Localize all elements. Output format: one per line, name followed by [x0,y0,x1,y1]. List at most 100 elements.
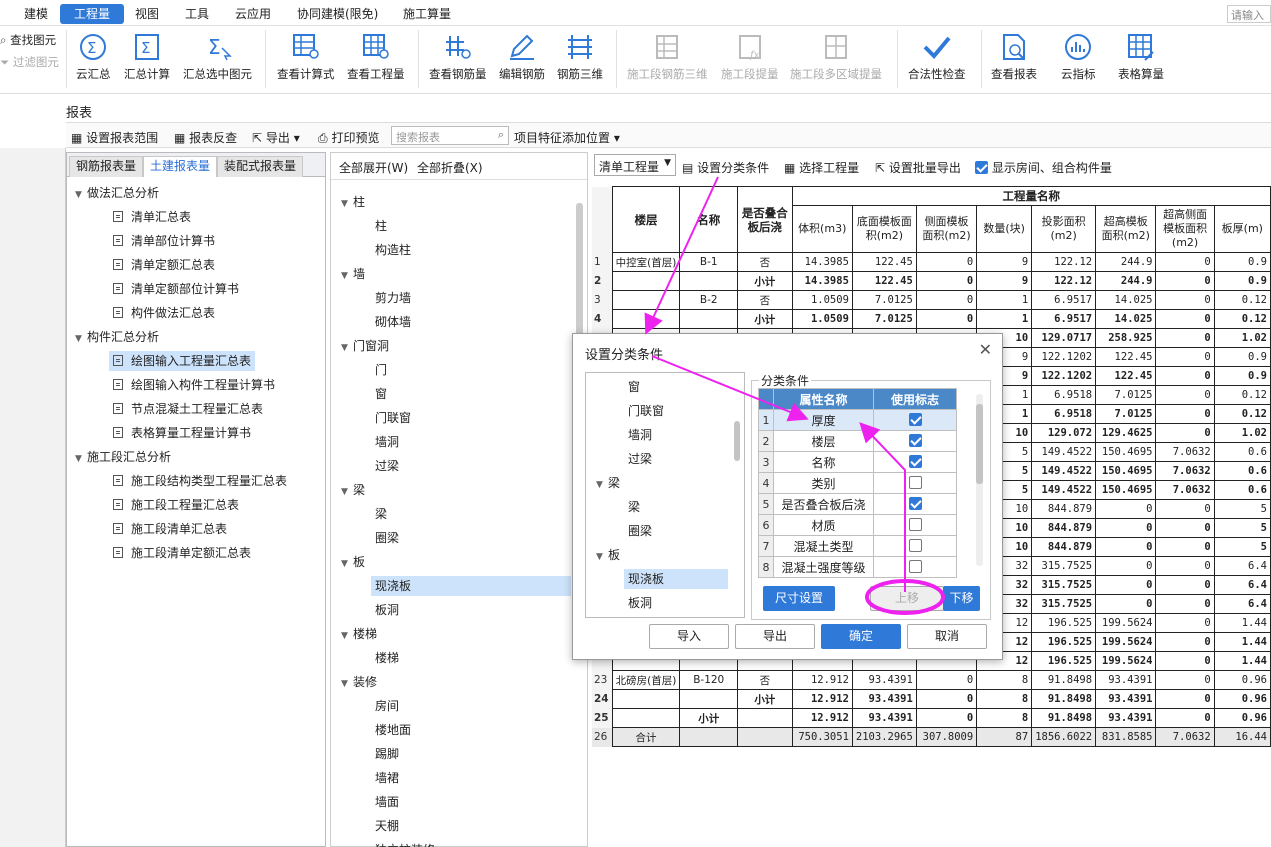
use-flag-cell[interactable] [873,472,957,494]
dialog-tree-item[interactable]: 窗 [624,377,644,397]
menu-cloud[interactable]: 云应用 [235,5,271,22]
condition-row[interactable]: 2 楼层 [758,430,957,452]
table-row[interactable]: 24 小计 12.912 93.4391 0 8 91.8498 93.4391 0 0.96 [592,689,1271,709]
table-row[interactable]: 3 B-2 否 1.0509 7.0125 0 1 6.9517 14.025 0 0.12 [592,290,1271,310]
menu-collab[interactable]: 协同建模(限免) [297,5,378,22]
component-group[interactable]: ▼ 墙 [341,266,365,284]
condition-row[interactable]: 8 混凝土强度等级 [758,556,957,578]
component-item[interactable]: 窗 [371,384,391,404]
batch-export-button[interactable]: ⇱ 设置批量导出 [875,159,961,176]
table-row[interactable]: 4 小计 1.0509 7.0125 0 1 6.9517 14.025 0 0.12 [592,309,1271,329]
close-icon[interactable]: ✕ [979,340,992,359]
tab-prefab-report[interactable]: 装配式报表量 [217,156,304,177]
report-item[interactable]: 绘图输入构件工程量计算书 [109,375,279,395]
menu-view[interactable]: 视图 [135,5,159,22]
export-button[interactable]: 导出 [735,624,815,649]
find-element-button[interactable]: ⌕ 查找图元 [0,32,56,48]
component-group[interactable]: ▼ 梁 [341,482,365,500]
print-preview-button[interactable]: ⎙ 打印预览 [318,129,379,146]
collapse-all-button[interactable]: 全部折叠(X) [417,159,483,176]
use-flag-cell[interactable] [873,535,957,557]
condition-row[interactable]: 4 类别 [758,472,957,494]
condition-row[interactable]: 5 是否叠合板后浇 [758,493,957,515]
component-group[interactable]: ▼ 柱 [341,194,365,212]
table-row[interactable]: 25 小计 12.912 93.4391 0 8 91.8498 93.4391 0 0.96 [592,708,1271,728]
component-item[interactable]: 板洞 [371,600,403,620]
cancel-button[interactable]: 取消 [907,624,987,649]
checkbox-icon[interactable] [908,476,922,489]
ok-button[interactable]: 确定 [821,624,901,649]
component-item[interactable]: 楼地面 [371,720,415,740]
dialog-tree-group[interactable]: ▼ 梁 [596,475,620,493]
menu-construction[interactable]: 施工算量 [403,5,451,22]
checkbox-icon[interactable] [908,413,922,426]
segment-multi-area-button[interactable]: 施工段多区域提量 [790,32,882,82]
report-item[interactable]: 清单汇总表 [109,207,195,227]
legality-check-button[interactable]: 合法性检查 [908,32,966,82]
report-item[interactable]: 施工段清单定额汇总表 [109,543,255,563]
use-flag-cell[interactable] [873,514,957,536]
menu-quantity[interactable]: 工程量 [60,4,125,24]
dialog-tree-item[interactable]: 门联窗 [624,401,668,421]
segment-rebar-3d-button[interactable]: 施工段钢筋三维 [627,32,708,82]
cloud-index-button[interactable]: 云指标 [1061,32,1096,82]
condition-row[interactable]: 7 混凝土类型 [758,535,957,557]
tree-group[interactable]: ▼ 构件汇总分析 [75,329,159,347]
checkbox-icon[interactable] [908,560,922,573]
condition-row[interactable]: 1 厚度 [758,409,957,431]
report-review-button[interactable]: ▦ 报表反查 [174,129,237,146]
tree-scrollbar[interactable] [734,421,740,461]
report-item[interactable]: 清单定额汇总表 [109,255,219,275]
component-group[interactable]: ▼ 装修 [341,674,377,692]
dialog-tree-item[interactable]: 过梁 [624,449,656,469]
dialog-tree-group[interactable]: ▼ 板 [596,547,620,565]
component-item[interactable]: 柱 [371,216,391,236]
component-item[interactable]: 墙面 [371,792,403,812]
rebar-3d-button[interactable]: 钢筋三维 [557,32,603,82]
move-down-button[interactable]: 下移 [943,586,980,611]
component-item[interactable]: 剪力墙 [371,288,415,308]
component-item[interactable]: 门 [371,360,391,380]
component-item[interactable]: 墙洞 [371,432,403,452]
show-room-checkbox[interactable]: 显示房间、组合构件量 [975,159,1112,176]
condition-scrollbar[interactable] [976,394,983,566]
move-up-button[interactable]: 上移 [870,586,944,611]
component-item[interactable]: 过梁 [371,456,403,476]
segment-quantity-button[interactable]: fx 施工段提量 [721,32,779,82]
dialog-tree-item[interactable]: 梁 [624,497,644,517]
set-range-button[interactable]: ▦ 设置报表范围 [71,129,158,146]
tree-group[interactable]: ▼ 施工段汇总分析 [75,449,171,467]
summary-selected-button[interactable]: Σ 汇总选中图元 [183,32,252,82]
feature-position-dropdown[interactable]: 项目特征添加位置 ▾ [514,129,620,146]
choose-quantity-button[interactable]: ▦ 选择工程量 [784,159,859,176]
component-item[interactable]: 圈梁 [371,528,403,548]
component-item[interactable]: 独立柱装修 [371,840,439,847]
view-formula-button[interactable]: 查看计算式 [277,32,335,82]
component-item[interactable]: 房间 [371,696,403,716]
component-item[interactable]: 构造柱 [371,240,415,260]
report-item[interactable]: 施工段清单汇总表 [109,519,231,539]
tab-civil-report[interactable]: 土建报表量 [143,156,218,177]
import-button[interactable]: 导入 [649,624,729,649]
report-item[interactable]: 节点混凝土工程量汇总表 [109,399,267,419]
summary-calc-button[interactable]: Σ 汇总计算 [124,32,170,82]
table-row[interactable]: 1 中控室(首层) B-1 否 14.3985 122.45 0 9 122.12 244.9 0 0… [592,252,1271,272]
use-flag-cell[interactable] [873,430,957,452]
table-quantity-button[interactable]: 表格算量 [1118,32,1164,82]
report-search-input[interactable]: 搜索报表 ⌕ [391,126,509,145]
report-item[interactable]: 施工段结构类型工程量汇总表 [109,471,291,491]
component-item[interactable]: 墙裙 [371,768,403,788]
report-item[interactable]: 构件做法汇总表 [109,303,219,323]
quantity-type-select[interactable]: 清单工程量 ▼ [594,154,676,176]
view-quantity-button[interactable]: 查看工程量 [347,32,405,82]
checkbox-icon[interactable] [908,518,922,531]
table-row[interactable]: 2 小计 14.3985 122.45 0 9 122.12 244.9 0 0.9 [592,271,1271,291]
report-item[interactable]: 清单部位计算书 [109,231,219,251]
component-group[interactable]: ▼ 楼梯 [341,626,377,644]
dialog-tree-item[interactable]: 墙洞 [624,425,656,445]
cloud-summary-button[interactable]: Σ 云汇总 [76,32,111,82]
component-item[interactable]: 门联窗 [371,408,415,428]
component-item[interactable]: 砌体墙 [371,312,415,332]
dialog-tree-item[interactable]: 现浇板 [624,569,728,589]
use-flag-cell[interactable] [873,556,957,578]
